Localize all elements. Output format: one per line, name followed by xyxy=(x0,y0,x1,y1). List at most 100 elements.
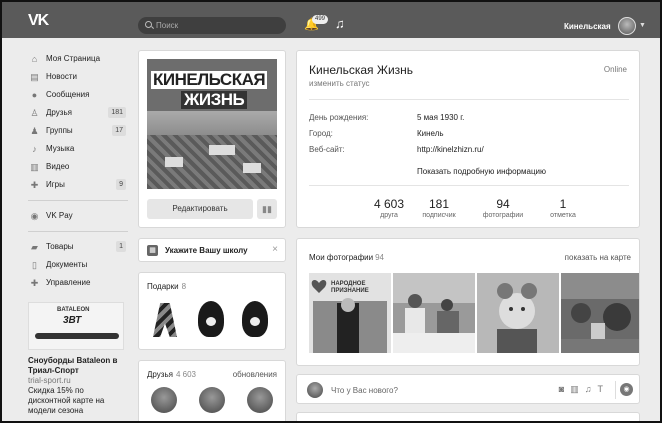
sidebar-item-music[interactable]: ♪ Музыка xyxy=(28,140,128,158)
photo-thumbnail[interactable] xyxy=(561,273,639,353)
profile-info-card: Кинельская Жизнь изменить статус Online … xyxy=(296,50,640,228)
gifts-count: 8 xyxy=(181,282,187,291)
stat-value: 1 xyxy=(559,197,567,211)
edit-button[interactable]: Редактировать xyxy=(147,199,253,219)
photo-thumbnail[interactable] xyxy=(393,273,475,353)
ad-source: trial-sport.ru xyxy=(28,376,71,385)
friends-card[interactable]: Друзья 4 603 обновления xyxy=(138,360,286,421)
friend-avatar[interactable] xyxy=(199,387,225,413)
avatar-building xyxy=(243,163,261,173)
gift-hood[interactable] xyxy=(239,299,271,339)
close-icon[interactable]: × xyxy=(272,244,278,255)
games-icon: ✚ xyxy=(30,180,39,190)
snowboard-image xyxy=(35,333,119,339)
music-icon: ♪ xyxy=(32,144,37,154)
vk-logo[interactable]: VK xyxy=(28,12,49,30)
text-icon[interactable]: T xyxy=(598,384,610,394)
new-post-card[interactable]: Что у Вас нового? ◙▥♫T ◉ xyxy=(296,374,640,404)
post-settings-icon[interactable]: ◉ xyxy=(620,383,633,396)
music-icon[interactable]: ♫ xyxy=(335,16,345,31)
city-value[interactable]: Кинель xyxy=(417,129,444,138)
sidebar-item-label: Новости xyxy=(46,72,77,81)
gifts-title: Подарки xyxy=(147,282,179,291)
sidebar-item-groups[interactable]: ♟ Группы 17 xyxy=(28,122,128,140)
ad-title[interactable]: Сноуборды Bataleon в Триал-Спорт xyxy=(28,356,124,376)
friends-updates-link[interactable]: обновления xyxy=(233,370,277,379)
divider xyxy=(309,185,629,186)
user-name[interactable]: Кинельская xyxy=(564,22,611,31)
sidebar-item-label: Моя Страница xyxy=(46,54,101,63)
sidebar-item-label: Видео xyxy=(46,162,70,171)
friend-avatar[interactable] xyxy=(151,387,177,413)
sidebar-item-games[interactable]: ✚ Игры 9 xyxy=(28,176,128,194)
user-avatar[interactable] xyxy=(618,17,636,35)
avatar-card: КИНЕЛЬСКАЯ ЖИЗНЬ Редактировать ▮▮ xyxy=(138,50,286,228)
stats-icon[interactable]: ▮▮ xyxy=(257,199,277,219)
hood-icon xyxy=(198,301,224,337)
gift-ribbon[interactable] xyxy=(149,299,181,339)
photo-thumbnail[interactable]: НАРОДНОЕ ПРИЗНАНИЕ xyxy=(309,273,391,353)
ad-image[interactable]: BATALEON 3ВТ xyxy=(28,302,124,350)
music-icon[interactable]: ♫ xyxy=(585,384,598,394)
photo-thumbnail[interactable] xyxy=(477,273,559,353)
sidebar-divider xyxy=(28,200,128,201)
stat-photos[interactable]: 94 фотографии xyxy=(473,197,533,221)
website-link[interactable]: http://kinelzhizn.ru/ xyxy=(417,145,484,154)
ribbon-icon xyxy=(153,303,177,337)
new-post-input[interactable]: Что у Вас нового? xyxy=(331,386,398,395)
browser-frame: VK Поиск 🔔 499 ♫ Кинельская ▼ ⌂ Моя Стран… xyxy=(0,0,662,423)
sidebar-divider xyxy=(28,231,128,232)
sidebar-item-video[interactable]: ▥ Видео xyxy=(28,158,128,176)
stat-followers[interactable]: 181 подписчик xyxy=(409,197,469,221)
feed-card xyxy=(296,412,640,421)
school-prompt-label[interactable]: Укажите Вашу школу xyxy=(165,246,248,255)
friends-header[interactable]: Друзья 4 603 xyxy=(147,370,196,379)
video-icon[interactable]: ▥ xyxy=(570,384,585,394)
vkpay-icon: ◉ xyxy=(30,211,39,221)
photo-garden-image xyxy=(561,273,639,353)
sidebar-item-news[interactable]: ▤ Новости xyxy=(28,68,128,86)
show-more-info-link[interactable]: Показать подробную информацию xyxy=(417,167,546,176)
edit-status-link[interactable]: изменить статус xyxy=(309,79,370,88)
chevron-down-icon[interactable]: ▼ xyxy=(639,22,646,29)
sidebar-item-goods[interactable]: ▰ Товары 1 xyxy=(28,238,128,256)
sidebar-item-my-page[interactable]: ⌂ Моя Страница xyxy=(28,50,128,68)
sidebar-item-documents[interactable]: ▯ Документы xyxy=(28,256,128,274)
gifts-header[interactable]: Подарки 8 xyxy=(147,282,186,291)
photos-title: Мои фотографии xyxy=(309,253,374,262)
stat-tags[interactable]: 1 отметка xyxy=(533,197,593,221)
friends-count: 4 603 xyxy=(175,370,196,379)
top-bar: VK Поиск 🔔 499 ♫ Кинельская ▼ xyxy=(2,2,660,38)
school-prompt-card[interactable]: ▦ Укажите Вашу школу × xyxy=(138,238,286,262)
photos-header[interactable]: Мои фотографии 94 xyxy=(309,253,384,262)
news-icon: ▤ xyxy=(30,72,39,82)
sidebar-item-label: Товары xyxy=(46,242,74,251)
show-on-map-link[interactable]: показать на карте xyxy=(565,253,631,262)
sidebar-item-vkpay[interactable]: ◉ VK Pay xyxy=(28,207,128,225)
sidebar-item-friends[interactable]: ♙ Друзья 181 xyxy=(28,104,128,122)
website-label: Веб-сайт: xyxy=(309,145,345,154)
ad-block[interactable]: BATALEON 3ВТ Сноуборды Bataleon в Триал-… xyxy=(28,302,124,416)
gifts-card[interactable]: Подарки 8 xyxy=(138,272,286,350)
sidebar-item-label: Группы xyxy=(46,126,73,135)
sidebar-item-manage[interactable]: ✚ Управление xyxy=(28,274,128,292)
goods-count-badge: 1 xyxy=(116,241,126,252)
photos-count: 94 xyxy=(375,253,385,262)
attach-icons[interactable]: ◙▥♫T xyxy=(559,384,609,395)
stat-label: отметка xyxy=(550,212,576,219)
goods-icon: ▰ xyxy=(31,242,38,252)
sidebar-item-messages[interactable]: ● Сообщения xyxy=(28,86,128,104)
avatar-building xyxy=(209,145,235,155)
camera-icon[interactable]: ◙ xyxy=(559,384,570,394)
search-input[interactable]: Поиск xyxy=(138,17,286,34)
birthday-value[interactable]: 5 мая 1930 г. xyxy=(417,113,464,122)
notifications-badge: 499 xyxy=(312,15,329,24)
stat-label: подписчик xyxy=(422,212,456,219)
groups-count-badge: 17 xyxy=(112,125,126,136)
friend-avatar[interactable] xyxy=(247,387,273,413)
sidebar-item-label: VK Pay xyxy=(46,211,73,220)
profile-avatar[interactable]: КИНЕЛЬСКАЯ ЖИЗНЬ xyxy=(147,59,277,189)
gift-hood[interactable] xyxy=(195,299,227,339)
birthday-label: День рождения: xyxy=(309,113,369,122)
search-placeholder: Поиск xyxy=(156,21,179,30)
